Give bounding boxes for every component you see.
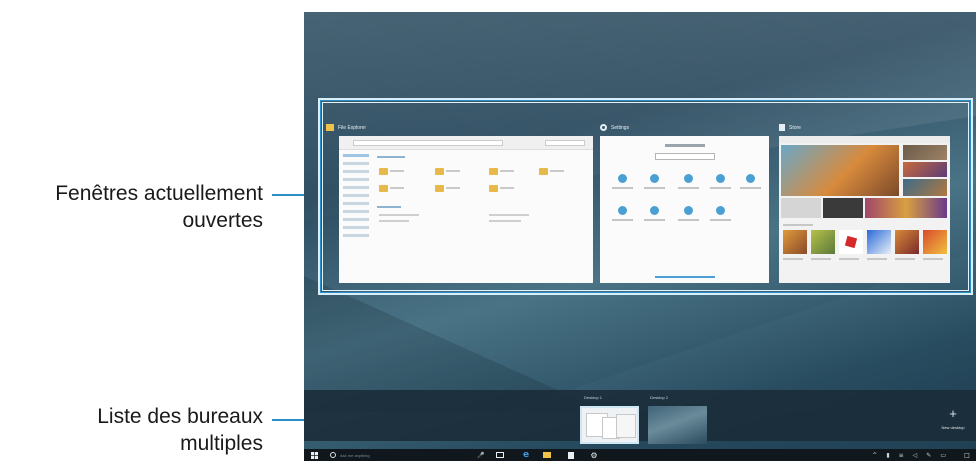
ribbon	[339, 136, 593, 150]
callout-open-windows: Fenêtres actuellement ouvertes	[55, 180, 263, 234]
address-bar	[353, 140, 503, 146]
desktop-2-thumbnail[interactable]	[648, 406, 707, 444]
section-header	[377, 206, 401, 208]
callout-desktops-list: Liste des bureaux multiples	[97, 403, 263, 457]
folder-icon	[435, 168, 460, 175]
window-label-store[interactable]: Store	[779, 124, 801, 131]
window-title: Settings	[611, 124, 630, 131]
desktop-1-label: Desktop 1	[584, 395, 603, 400]
accounts-icon	[740, 174, 761, 189]
privacy-icon	[678, 206, 699, 221]
store-tile	[781, 198, 821, 218]
settings-heading	[664, 144, 705, 147]
settings-footer-link	[655, 276, 715, 278]
window-thumbnail-file-explorer[interactable]	[339, 136, 593, 283]
store-tile	[895, 230, 919, 254]
file-explorer-icon[interactable]	[542, 449, 552, 461]
search-placeholder: Ask me anything	[340, 452, 370, 458]
store-tile	[867, 230, 891, 254]
plus-icon: +	[949, 406, 957, 421]
windows-logo-icon[interactable]	[308, 449, 320, 461]
system-icon	[612, 174, 633, 189]
window-title: File Explorer	[338, 124, 367, 131]
desktop-1-thumbnail[interactable]	[580, 406, 639, 444]
folder-icon	[379, 168, 404, 175]
window-label-settings[interactable]: Settings	[600, 124, 629, 131]
callout-open-windows-line1: Fenêtres actuellement	[55, 182, 263, 205]
network-icon[interactable]: ≡	[899, 452, 904, 459]
store-toolbar	[779, 136, 950, 143]
settings-search	[655, 153, 715, 160]
taskbar: Ask me anything 🎤 e ⚙ ^ ▮ ≡ ◁ ✎ ▭ □	[304, 449, 976, 461]
section-header	[377, 156, 405, 158]
battery-icon[interactable]: ▮	[886, 452, 889, 459]
window-thumbnail-store[interactable]	[779, 136, 950, 283]
settings-gear-icon[interactable]: ⚙	[589, 449, 599, 461]
callout-desktops-list-line2: multiples	[180, 432, 263, 455]
folder-icon	[379, 185, 404, 192]
ease-of-access-icon	[644, 206, 665, 221]
system-tray: ^ ▮ ≡ ◁ ✎ ▭	[872, 449, 946, 461]
window-thumbnail-settings[interactable]	[600, 136, 769, 283]
task-view-screen: File Explorer Settings Store Desktop 1 D…	[304, 12, 976, 461]
store-tile	[923, 230, 947, 254]
store-icon[interactable]	[566, 449, 576, 461]
task-view-icon[interactable]	[495, 449, 505, 461]
desktops-strip	[304, 390, 976, 441]
folder-icon	[489, 168, 514, 175]
store-tile	[903, 145, 947, 160]
chevron-up-icon[interactable]: ^	[872, 452, 877, 459]
search-box	[545, 140, 585, 146]
navigation-pane	[341, 154, 369, 272]
window-title: Store	[789, 124, 801, 131]
notification-icon[interactable]: □	[962, 449, 972, 461]
keyboard-icon[interactable]: ▭	[940, 452, 946, 459]
search-icon	[330, 452, 336, 458]
store-tile	[811, 230, 835, 254]
taskbar-search-box[interactable]: Ask me anything	[326, 450, 491, 460]
folder-icon	[489, 185, 514, 192]
window-label-file-explorer[interactable]: File Explorer	[326, 124, 366, 131]
devices-icon	[644, 174, 665, 189]
store-tile	[903, 179, 947, 196]
folder-icon	[539, 168, 564, 175]
store-hero-banner	[781, 145, 899, 196]
store-tile	[903, 162, 947, 177]
store-bag-icon	[779, 124, 785, 131]
personalization-icon	[710, 174, 731, 189]
folder-icon	[326, 124, 334, 131]
callout-desktops-list-line1: Liste des bureaux	[97, 405, 263, 428]
edge-icon[interactable]: e	[521, 449, 531, 461]
time-language-icon	[612, 206, 633, 221]
gear-icon	[600, 124, 607, 131]
volume-icon[interactable]: ◁	[913, 452, 918, 459]
network-icon	[678, 174, 699, 189]
store-tile	[823, 198, 863, 218]
callout-open-windows-line2: ouvertes	[182, 209, 263, 232]
mic-icon[interactable]: 🎤	[476, 449, 486, 461]
folder-icon	[435, 185, 460, 192]
new-desktop-label: New desktop	[941, 425, 965, 430]
store-tile	[865, 198, 947, 218]
update-security-icon	[710, 206, 731, 221]
desktop-2-label: Desktop 2	[650, 395, 669, 400]
pen-icon[interactable]: ✎	[926, 452, 931, 459]
new-desktop-button[interactable]: + New desktop	[930, 407, 976, 447]
store-tile	[783, 230, 807, 254]
